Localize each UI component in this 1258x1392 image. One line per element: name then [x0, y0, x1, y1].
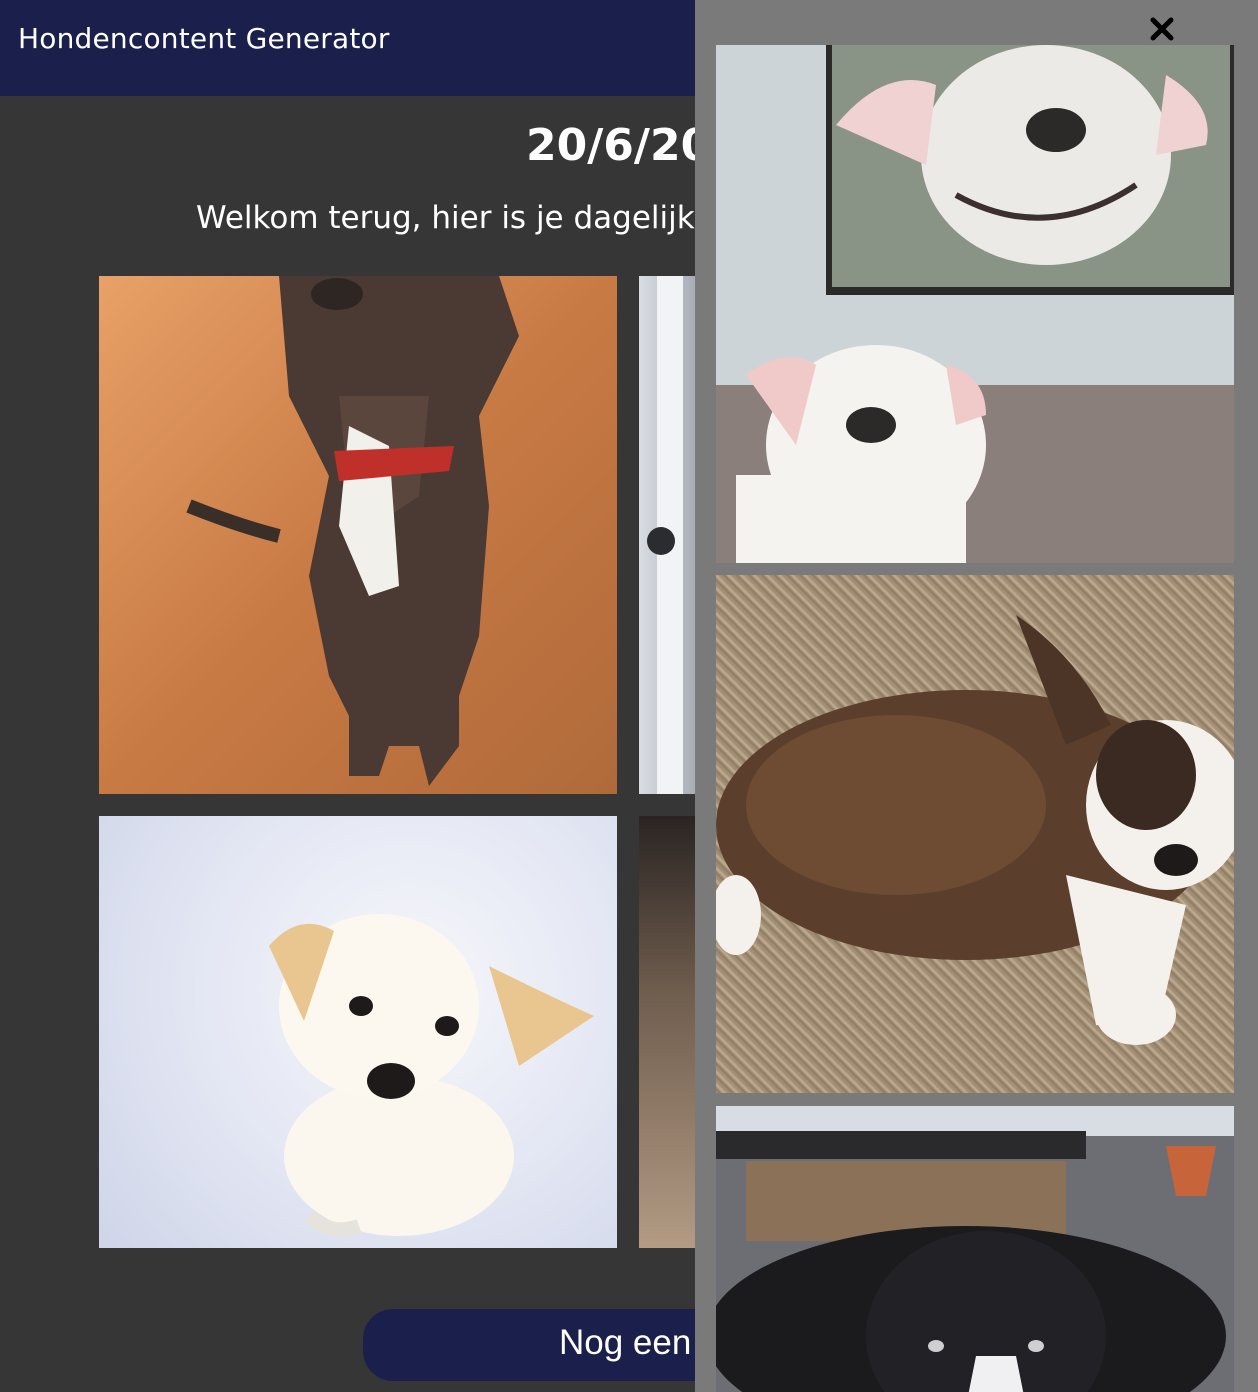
dog-image	[716, 1106, 1234, 1392]
app-title: Hondencontent Generator	[18, 22, 390, 55]
panel-dog-photo-2[interactable]	[716, 575, 1234, 1093]
dog-image	[716, 615, 1234, 1045]
close-icon-glyph	[1150, 17, 1174, 41]
dog-photo-3[interactable]	[99, 816, 617, 1248]
close-icon[interactable]	[1147, 14, 1177, 44]
panel-dog-photo-1[interactable]	[716, 45, 1234, 563]
favorites-panel	[695, 0, 1258, 1392]
date-heading: 20/6/20	[526, 120, 712, 171]
dog-image	[186, 276, 519, 786]
panel-dog-photo-3[interactable]	[716, 1106, 1234, 1392]
more-content-label: Nog een	[559, 1323, 692, 1362]
dog-image	[716, 45, 1234, 563]
dog-photo-1[interactable]	[99, 276, 617, 794]
welcome-text: Welkom terug, hier is je dagelijks	[196, 200, 711, 236]
dog-image	[269, 914, 594, 1237]
